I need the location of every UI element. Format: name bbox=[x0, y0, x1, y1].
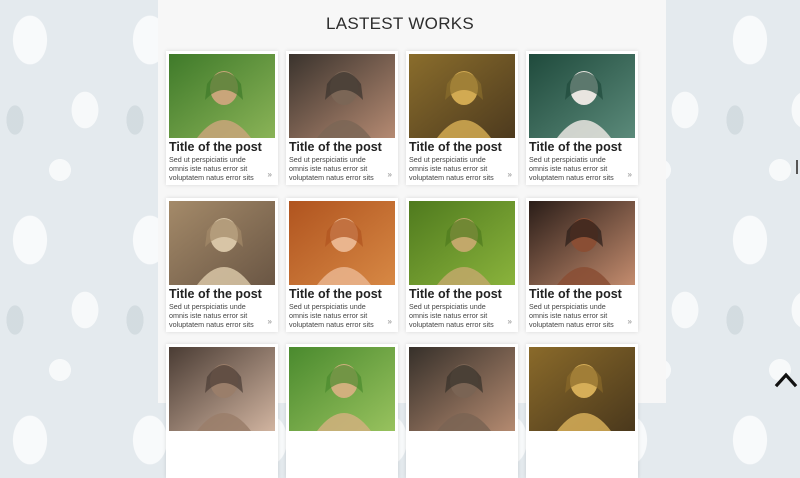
double-chevron-right-icon[interactable]: » bbox=[508, 317, 512, 326]
post-card[interactable]: Title of the post Sed ut perspiciatis und… bbox=[526, 51, 638, 185]
post-thumbnail[interactable] bbox=[409, 347, 515, 431]
post-excerpt: Sed ut perspiciatis unde omnis iste natu… bbox=[169, 155, 254, 182]
post-excerpt: Sed ut perspiciatis unde omnis iste natu… bbox=[409, 302, 494, 329]
post-thumbnail[interactable] bbox=[529, 347, 635, 431]
post-excerpt: Sed ut perspiciatis unde omnis iste natu… bbox=[529, 302, 614, 329]
post-card[interactable]: Title of the post Sed ut perspiciatis und… bbox=[166, 198, 278, 332]
post-card[interactable] bbox=[406, 344, 518, 478]
double-chevron-right-icon[interactable]: » bbox=[268, 170, 272, 179]
double-chevron-right-icon[interactable]: » bbox=[268, 317, 272, 326]
double-chevron-right-icon[interactable]: » bbox=[628, 170, 632, 179]
post-thumbnail[interactable] bbox=[289, 201, 395, 285]
post-excerpt: Sed ut perspiciatis unde omnis iste natu… bbox=[529, 155, 614, 182]
post-card[interactable]: Title of the post Sed ut perspiciatis und… bbox=[406, 51, 518, 185]
post-card[interactable]: Title of the post Sed ut perspiciatis und… bbox=[526, 198, 638, 332]
post-thumbnail[interactable] bbox=[169, 347, 275, 431]
post-title[interactable]: Title of the post bbox=[289, 140, 382, 154]
section-heading: LASTEST WORKS bbox=[325, 14, 475, 33]
post-title[interactable]: Title of the post bbox=[169, 140, 262, 154]
post-card[interactable]: Title of the post Sed ut perspiciatis und… bbox=[166, 51, 278, 185]
post-title[interactable]: Title of the post bbox=[529, 287, 622, 301]
post-card[interactable]: Title of the post Sed ut perspiciatis und… bbox=[286, 198, 398, 332]
double-chevron-right-icon[interactable]: » bbox=[508, 170, 512, 179]
post-title[interactable]: Title of the post bbox=[289, 287, 382, 301]
post-card[interactable] bbox=[166, 344, 278, 478]
post-title[interactable]: Title of the post bbox=[169, 287, 262, 301]
scroll-to-top-button[interactable] bbox=[774, 368, 798, 390]
post-excerpt: Sed ut perspiciatis unde omnis iste natu… bbox=[409, 155, 494, 182]
scrollbar-thumb[interactable] bbox=[796, 160, 798, 174]
post-title[interactable]: Title of the post bbox=[409, 287, 502, 301]
double-chevron-right-icon[interactable]: » bbox=[628, 317, 632, 326]
post-thumbnail[interactable] bbox=[409, 201, 515, 285]
post-excerpt: Sed ut perspiciatis unde omnis iste natu… bbox=[289, 302, 374, 329]
post-card[interactable] bbox=[526, 344, 638, 478]
chevron-up-icon bbox=[774, 372, 798, 388]
post-thumbnail[interactable] bbox=[289, 347, 395, 431]
post-excerpt: Sed ut perspiciatis unde omnis iste natu… bbox=[289, 155, 374, 182]
post-thumbnail[interactable] bbox=[169, 54, 275, 138]
post-thumbnail[interactable] bbox=[409, 54, 515, 138]
post-card[interactable] bbox=[286, 344, 398, 478]
post-excerpt: Sed ut perspiciatis unde omnis iste natu… bbox=[169, 302, 254, 329]
post-title[interactable]: Title of the post bbox=[529, 140, 622, 154]
double-chevron-right-icon[interactable]: » bbox=[388, 170, 392, 179]
post-thumbnail[interactable] bbox=[529, 201, 635, 285]
post-thumbnail[interactable] bbox=[169, 201, 275, 285]
post-card[interactable]: Title of the post Sed ut perspiciatis und… bbox=[406, 198, 518, 332]
double-chevron-right-icon[interactable]: » bbox=[388, 317, 392, 326]
post-card[interactable]: Title of the post Sed ut perspiciatis und… bbox=[286, 51, 398, 185]
post-title[interactable]: Title of the post bbox=[409, 140, 502, 154]
post-thumbnail[interactable] bbox=[529, 54, 635, 138]
post-thumbnail[interactable] bbox=[289, 54, 395, 138]
